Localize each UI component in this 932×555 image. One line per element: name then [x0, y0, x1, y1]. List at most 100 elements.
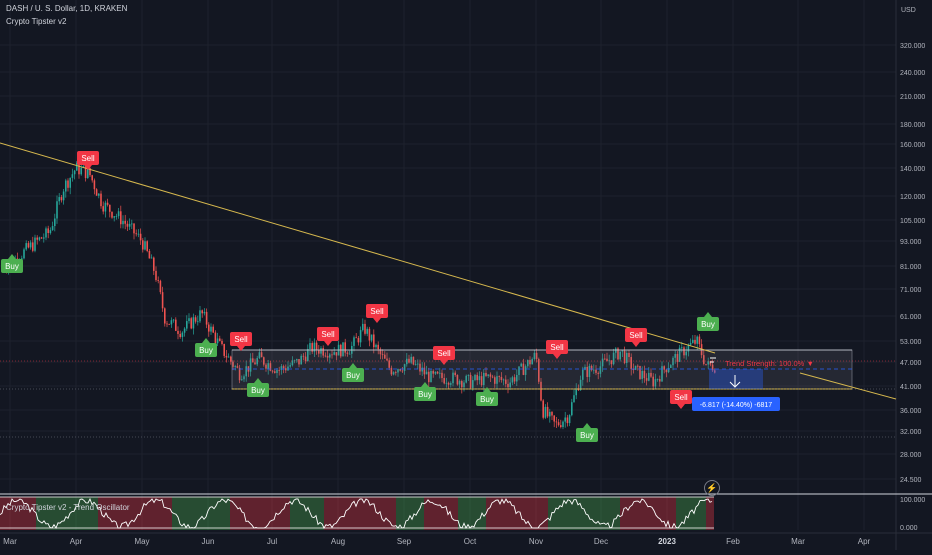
candle-body	[27, 243, 30, 248]
candle-body	[153, 257, 155, 271]
candle-body	[694, 339, 696, 344]
candle-body	[692, 339, 694, 343]
candle-body	[203, 311, 206, 314]
candle-body	[91, 175, 93, 181]
candle-body	[137, 233, 140, 235]
candle-body	[553, 415, 555, 422]
sell-signal: Sell	[77, 151, 99, 170]
candle-body	[113, 216, 115, 218]
osc-tick-label: 100.000	[900, 497, 925, 504]
candle-body	[47, 228, 49, 234]
time-tick-label: Apr	[70, 537, 83, 546]
candle-body	[566, 417, 569, 424]
chart-svg[interactable]: USD 320.000 240.000 210.000 180.000 160.000 14…	[0, 0, 932, 550]
candle-body	[208, 324, 210, 332]
candle-body	[109, 204, 111, 212]
candle-body	[38, 237, 41, 240]
candle-body	[142, 240, 144, 250]
candle-body	[122, 220, 124, 225]
candle-body	[551, 411, 553, 416]
price-axis-currency: USD	[901, 7, 916, 14]
candle-body	[546, 406, 549, 417]
candle-body	[106, 202, 109, 205]
chart-stage: USD 320.000 240.000 210.000 180.000 160.000 14…	[0, 0, 932, 550]
osc-zone	[548, 497, 578, 530]
price-tick-label: 28.000	[900, 452, 922, 459]
candle-body	[159, 280, 162, 293]
candle-body	[375, 344, 377, 348]
time-tick-label: Apr	[858, 537, 871, 546]
candle-body	[128, 223, 131, 227]
candle-body	[148, 250, 151, 259]
sell-signal: Sell	[670, 390, 692, 409]
candle-body	[364, 323, 366, 334]
signal-label: Buy	[480, 395, 494, 404]
candle-body	[573, 395, 575, 403]
lightning-icon[interactable]: ⚡	[704, 480, 720, 496]
candle-body	[45, 228, 47, 238]
candle-body	[124, 220, 126, 224]
signal-arrow-up	[8, 254, 16, 259]
candle-body	[362, 323, 364, 331]
candle-body	[544, 406, 547, 418]
candle-body	[205, 311, 208, 325]
candle-body	[155, 270, 157, 281]
price-tick-label: 93.000	[900, 239, 922, 246]
candle-body	[542, 400, 544, 418]
candle-body	[368, 328, 371, 341]
time-tick-label: 2023	[658, 537, 676, 546]
candle-body	[221, 340, 223, 344]
candle-body	[71, 174, 74, 178]
signal-arrow-down	[677, 404, 685, 409]
candle-body	[212, 326, 214, 333]
candle-body	[170, 320, 173, 325]
price-tick-label: 105.000	[900, 218, 925, 225]
candle-body	[67, 180, 69, 188]
candle-body	[40, 237, 43, 239]
candle-body	[135, 233, 137, 235]
candle-body	[172, 319, 175, 321]
signal-label: Sell	[81, 154, 95, 163]
candle-body	[58, 197, 60, 202]
candle-body	[98, 193, 100, 196]
signal-label: Buy	[5, 262, 19, 271]
signal-label: Buy	[199, 346, 213, 355]
candle-body	[133, 223, 135, 234]
price-tick-label: 71.000	[900, 287, 922, 294]
candle-body	[93, 180, 96, 190]
candle-body	[150, 257, 153, 259]
candle-body	[210, 326, 212, 332]
candle-body	[216, 338, 219, 344]
candle-body	[157, 280, 159, 281]
signal-label: Buy	[418, 390, 432, 399]
time-tick-label: Feb	[726, 537, 740, 546]
osc-tick-label: 0.000	[900, 525, 918, 532]
candle-body	[214, 332, 217, 344]
candle-body	[560, 425, 562, 428]
time-tick-label: Dec	[594, 537, 608, 546]
price-tick-label: 140.000	[900, 166, 925, 173]
descending-trendline	[0, 142, 716, 354]
osc-zone	[578, 497, 620, 530]
osc-zone	[64, 497, 98, 530]
candle-body	[139, 233, 142, 241]
price-tick-label: 53.000	[900, 339, 922, 346]
candle-body	[168, 323, 170, 325]
price-tick-label: 47.000	[900, 360, 922, 367]
candle-body	[571, 402, 573, 416]
candle-body	[23, 249, 25, 259]
osc-zone	[0, 497, 36, 530]
signal-label: Sell	[234, 335, 248, 344]
price-tick-label: 320.000	[900, 43, 925, 50]
candle-body	[166, 323, 168, 325]
candle-body	[186, 321, 188, 329]
candle-body	[681, 347, 683, 349]
price-tick-label: 120.000	[900, 194, 925, 201]
sell-signal: Sell	[317, 327, 339, 346]
candle-body	[564, 417, 566, 422]
sell-signal: Sell	[366, 304, 388, 323]
candle-body	[353, 337, 355, 346]
candle-body	[56, 201, 58, 219]
signal-label: Sell	[674, 393, 688, 402]
candle-body	[43, 237, 45, 239]
